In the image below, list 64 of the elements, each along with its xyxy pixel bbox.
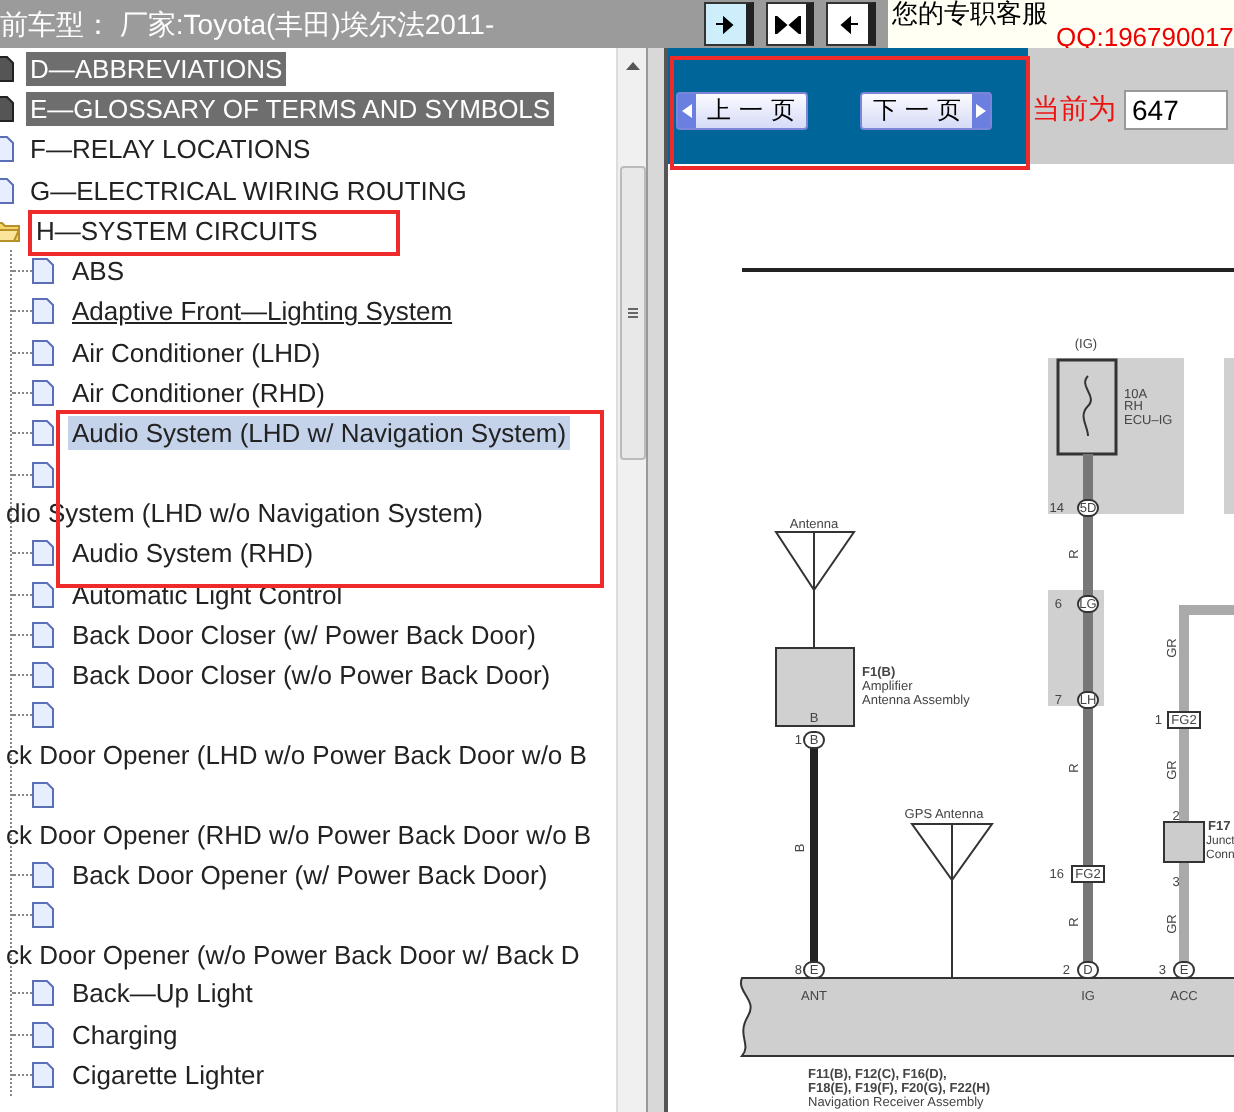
expand-left-button[interactable] [826,2,877,46]
grip-icon [627,308,637,318]
arrow-icon [976,103,986,117]
tree-item[interactable]: G—ELECTRICAL WIRING ROUTING [26,173,471,208]
qq-link[interactable]: QQ:196790017 [1056,26,1234,50]
tree-item[interactable]: Air Conditioner (RHD) [68,376,329,411]
junction-connector [1163,821,1205,863]
page-icon [32,1021,54,1048]
page-icon [32,298,54,325]
page-icon [32,581,54,607]
tree-item[interactable]: Back Door Closer (w/o Power Back Door) [68,658,555,693]
fuse-icon [1056,358,1118,456]
next-page-button[interactable]: 下 一 页 [860,91,992,129]
page-icon [32,461,54,488]
page-icon [32,901,54,928]
tree-item[interactable]: ck Door Opener (RHD w/o Power Back Door w/o B [2,817,596,852]
tree-item[interactable]: F—RELAY LOCATIONS [26,132,315,167]
folder-icon[interactable] [0,219,20,242]
arrow-icon [682,103,692,117]
tree-item[interactable]: Charging [68,1017,182,1052]
support-label: 您的专职客服 [892,0,1050,26]
tree-item[interactable]: ck Door Opener (LHD w/o Power Back Door w/o B [2,738,591,773]
amplifier-box [775,647,855,727]
tree-item[interactable]: Air Conditioner (LHD) [68,335,325,370]
antenna-icon [775,531,856,591]
tree-item[interactable]: ABS [68,254,129,289]
scroll-up-icon [625,62,639,70]
page-icon [32,702,54,729]
wire [813,589,815,649]
page-icon [32,1062,54,1089]
scrollbar[interactable] [616,48,646,1112]
arrow-icon [716,15,735,33]
page-icon [32,540,54,567]
page-icon [32,380,54,407]
current-page-label: 当前为 [1032,92,1116,128]
tree-item[interactable]: ck Door Opener (w/o Power Back Door w/ Back D [2,937,584,972]
scroll-thumb[interactable] [619,166,645,460]
tree-item[interactable]: Audio System (RHD) [68,536,318,571]
page-icon [32,621,54,648]
tree-item[interactable]: Back—Up Light [68,976,257,1011]
split-view-button[interactable] [765,2,815,46]
wire [951,879,953,979]
page-icon [32,662,54,689]
antenna-icon [911,823,994,881]
page-number-field[interactable]: 647 [1124,90,1228,130]
tree-item[interactable]: Back Door Opener (w/ Power Back Door) [68,857,552,892]
page-icon [32,781,54,808]
tree-item[interactable]: Adaptive Front—Lighting System [68,294,457,329]
tree-item[interactable]: Audio System (LHD w/ Navigation System) [68,416,571,451]
arrows-icon [773,15,801,33]
page-icon [32,339,54,366]
tree-item[interactable]: Cigarette Lighter [68,1058,269,1093]
tree-item[interactable]: D—ABBREVIATIONS [26,51,287,86]
page-icon [32,980,54,1007]
page-icon [32,258,54,285]
tree-item[interactable]: Back Door Closer (w/ Power Back Door) [68,617,540,652]
tree-item[interactable]: E—GLOSSARY OF TERMS AND SYMBOLS [26,91,555,126]
page-icon [32,861,54,888]
arrow-icon [839,15,858,33]
tree-item[interactable]: H—SYSTEM CIRCUITS [32,213,322,248]
expand-right-button[interactable] [704,2,754,46]
previous-page-button[interactable]: 上 一 页 [676,91,808,129]
vehicle-label: 前车型： 厂家:Toyota(丰田)埃尔法2011- [0,6,497,44]
page-icon [32,420,54,447]
